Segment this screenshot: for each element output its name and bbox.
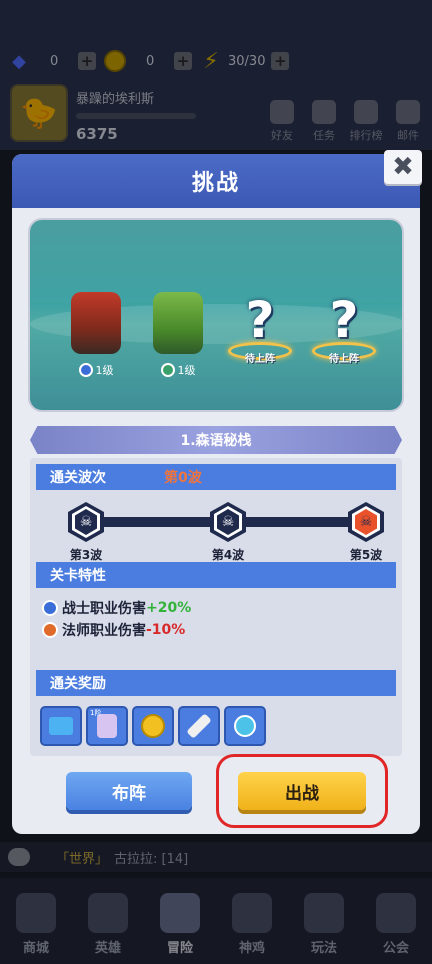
skull-icon: ☠ xyxy=(75,509,97,535)
coin-icon xyxy=(141,714,165,738)
empty-hero-slot[interactable]: ? 待上阵 xyxy=(304,291,384,392)
wave-label: 第4波 xyxy=(211,548,245,562)
debuff-value: -10% xyxy=(146,622,186,638)
modal-title: 挑战 xyxy=(191,171,240,196)
features-section-header: 关卡特性 xyxy=(36,562,396,588)
fight-button-highlight xyxy=(216,754,388,828)
slot-waiting-label: 待上阵 xyxy=(329,354,359,365)
mage-class-icon xyxy=(42,622,58,638)
empty-hero-slot[interactable]: ? 待上阵 xyxy=(220,291,300,392)
archer-hero-sprite xyxy=(153,292,203,354)
hero-level: 1级 xyxy=(160,362,196,378)
reward-potion[interactable] xyxy=(224,706,266,746)
wave-label: 第5波 xyxy=(349,548,383,562)
boss-wave-node: ☠ xyxy=(348,502,384,542)
reward-ticket[interactable] xyxy=(40,706,82,746)
hero-slot-warrior[interactable]: 1级 xyxy=(56,292,136,392)
wave-node: ☠ xyxy=(210,502,246,542)
reward-coin[interactable] xyxy=(132,706,174,746)
reward-scroll[interactable] xyxy=(178,706,220,746)
challenge-modal: 挑战 1级 1级 ? 待上阵 ? 待上阵 1.森语秘栈 通关波次 第0波 ☠ ☠… xyxy=(12,154,420,834)
warrior-hero-sprite xyxy=(71,292,121,354)
close-button[interactable]: ✖ xyxy=(384,150,422,184)
boss-skull-icon: ☠ xyxy=(355,509,377,535)
formation-button[interactable]: 布阵 xyxy=(66,772,192,810)
modal-header: 挑战 xyxy=(12,154,420,208)
scroll-icon xyxy=(186,713,212,739)
stage-feature: 战士职业伤害 +20% xyxy=(42,598,191,618)
rewards-section-header: 通关奖励 xyxy=(36,670,396,696)
potion-icon xyxy=(234,715,256,737)
wave-label: 第3波 xyxy=(69,548,103,562)
current-wave: 第0波 xyxy=(164,470,202,486)
reward-list: 1阶 xyxy=(40,706,266,746)
skull-icon: ☠ xyxy=(217,509,239,535)
waves-section-header: 通关波次 第0波 xyxy=(36,464,396,490)
warrior-class-icon xyxy=(78,363,93,377)
stage-name-banner: 1.森语秘栈 xyxy=(30,426,402,454)
question-mark-icon: ? xyxy=(245,291,275,349)
hero-slot-archer[interactable]: 1级 xyxy=(138,292,218,392)
archer-class-icon xyxy=(160,363,175,377)
slot-waiting-label: 待上阵 xyxy=(245,354,275,365)
wave-node: ☠ xyxy=(68,502,104,542)
buff-value: +20% xyxy=(146,600,192,616)
stage-feature: 法师职业伤害 -10% xyxy=(42,620,185,640)
reward-mystery-box[interactable]: 1阶 xyxy=(86,706,128,746)
battle-scene: 1级 1级 ? 待上阵 ? 待上阵 xyxy=(28,218,404,412)
warrior-class-icon xyxy=(42,600,58,616)
ticket-icon xyxy=(49,717,73,735)
question-mark-icon: ? xyxy=(329,291,359,349)
stage-info-panel: 通关波次 第0波 ☠ ☠ ☠ 第3波 第4波 第5波 关卡特性 战士职业伤害 +2… xyxy=(30,458,402,756)
hero-level: 1级 xyxy=(78,362,114,378)
